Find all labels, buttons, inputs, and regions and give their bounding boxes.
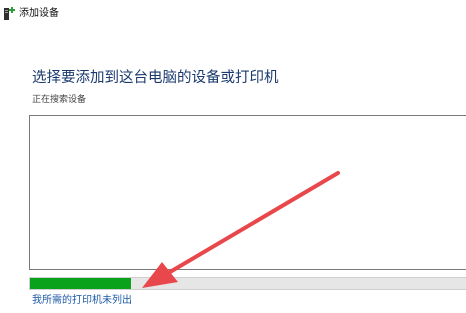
add-device-icon: [3, 6, 17, 22]
device-list[interactable]: [29, 115, 466, 270]
search-progress-bar: [29, 277, 466, 290]
search-progress-fill: [30, 278, 131, 289]
page-title: 选择要添加到这台电脑的设备或打印机: [32, 70, 279, 86]
title-bar: 添加设备: [0, 0, 466, 34]
search-status: 正在搜索设备: [32, 95, 87, 105]
printer-not-listed-link[interactable]: 我所需的打印机未列出: [32, 294, 132, 308]
window-title: 添加设备: [19, 8, 59, 19]
